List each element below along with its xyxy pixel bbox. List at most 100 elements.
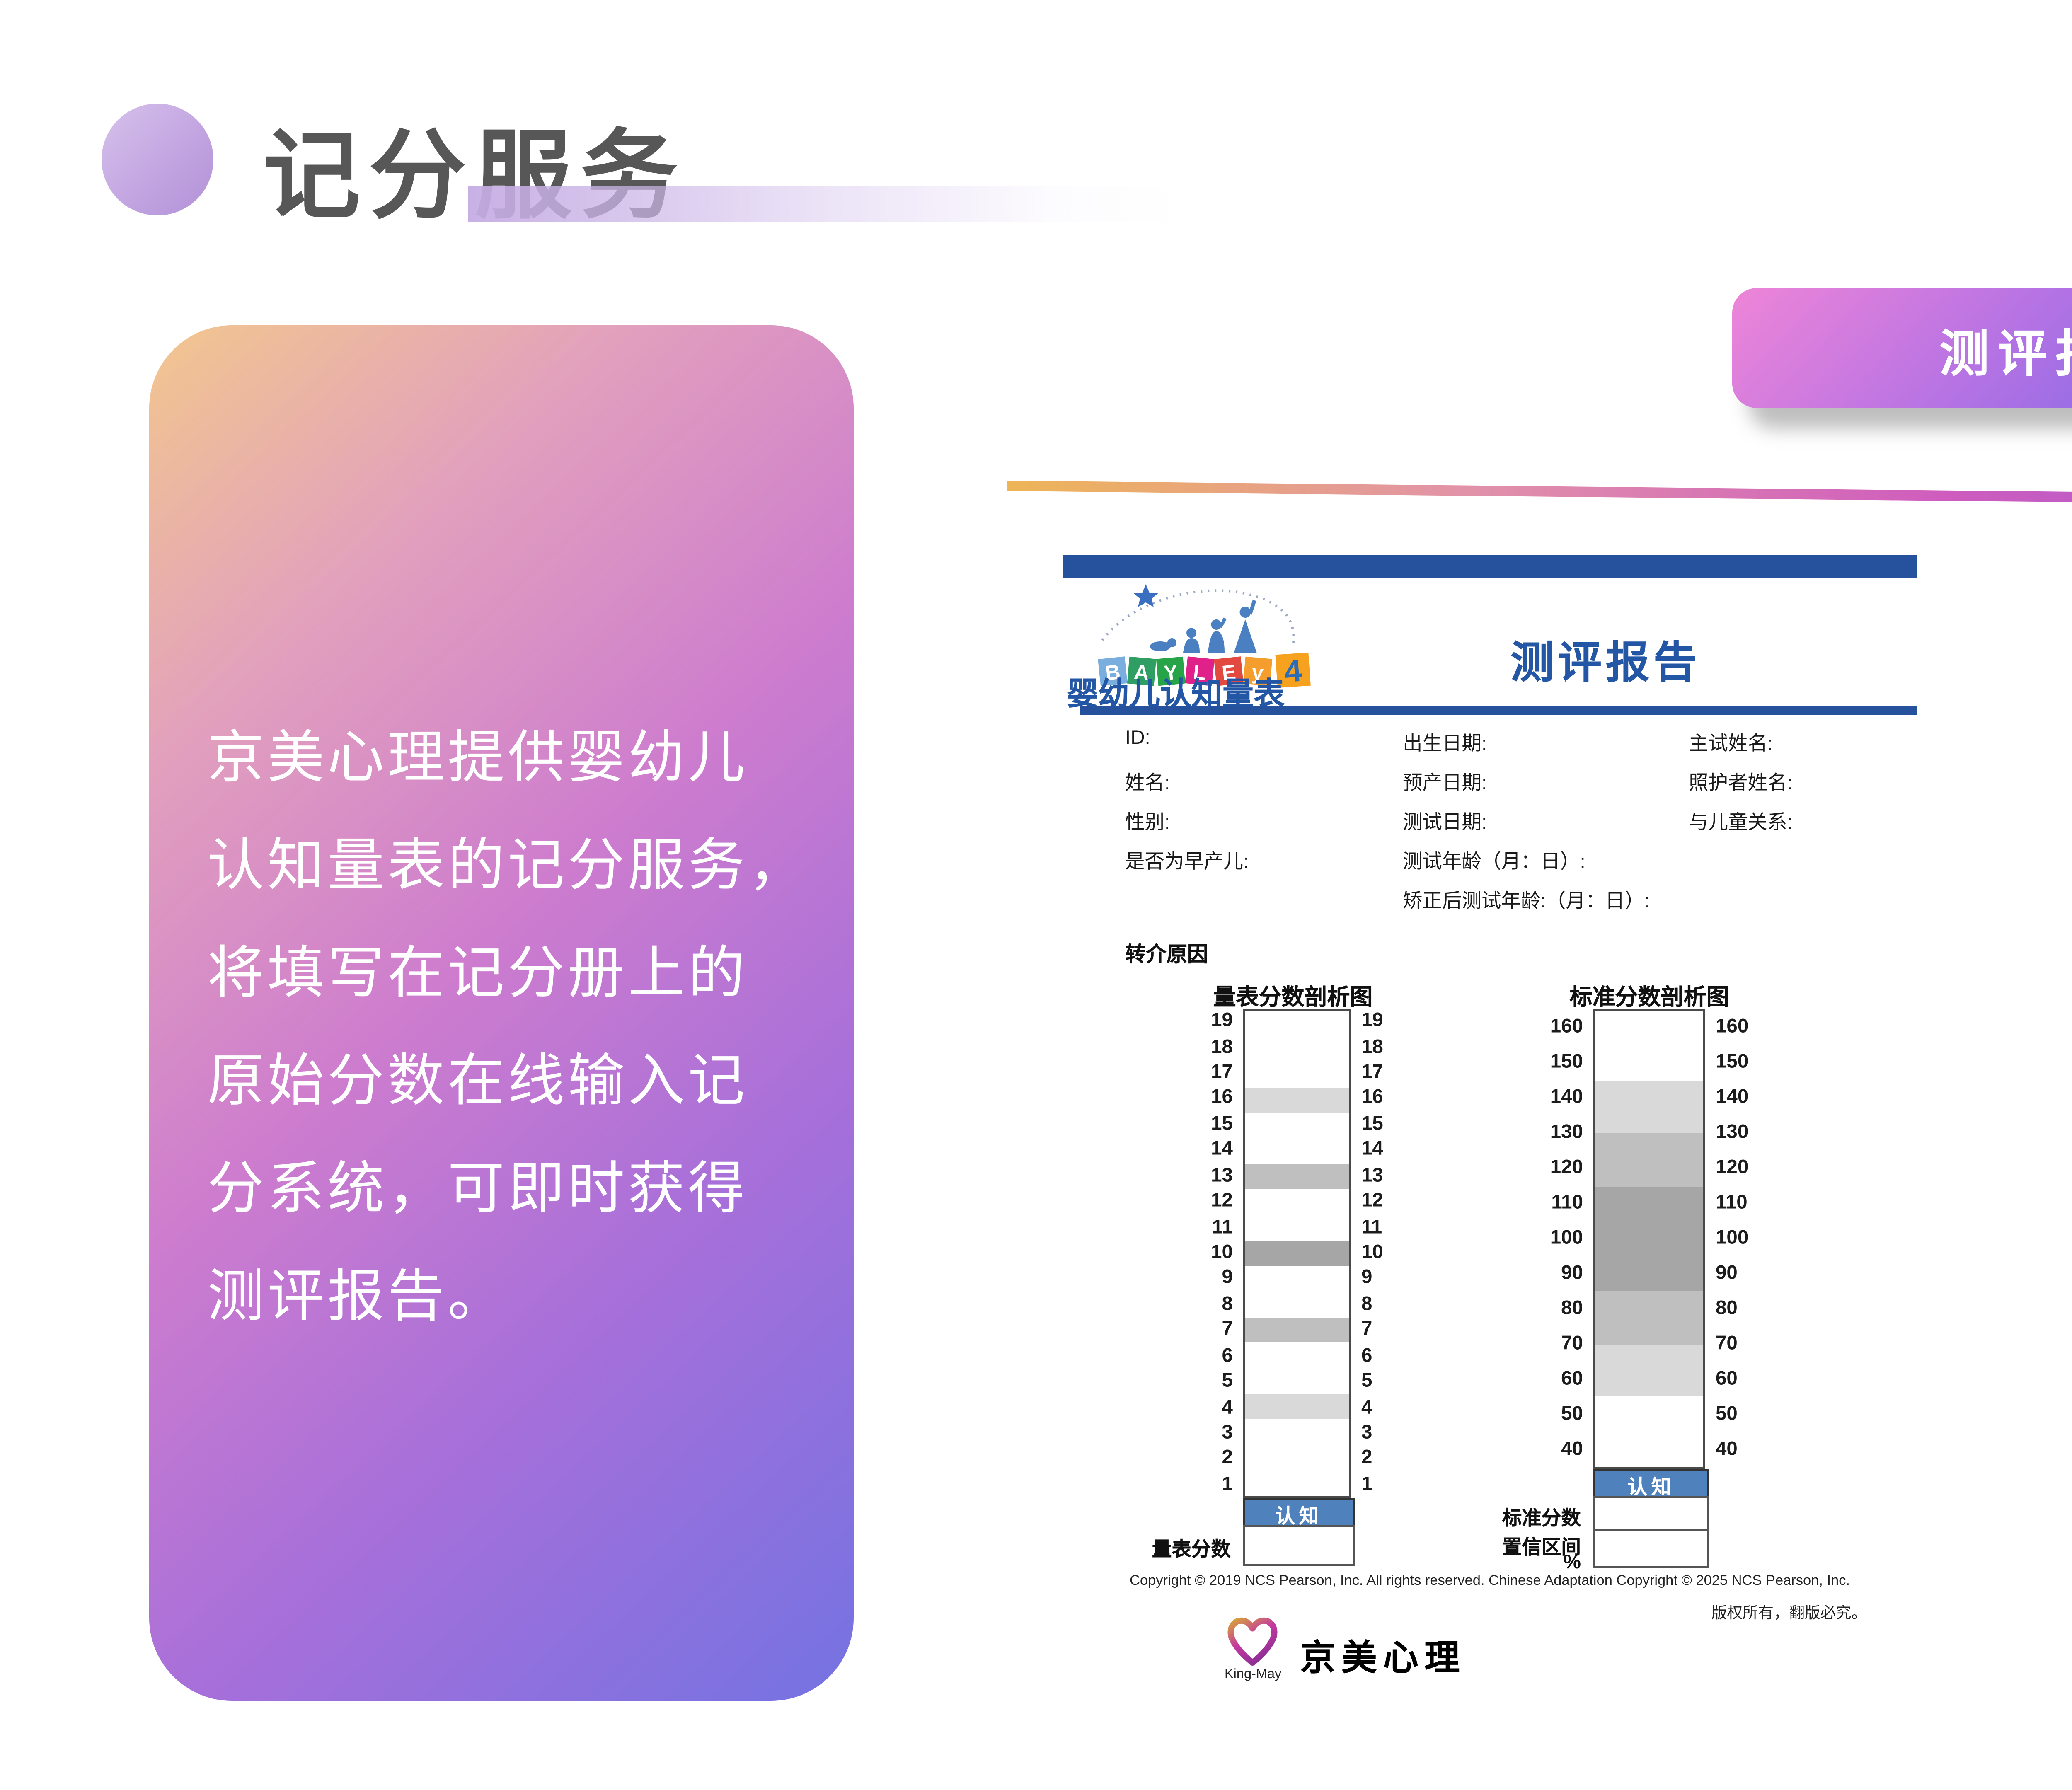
tick-label: 9 [1222, 1269, 1233, 1289]
slide: 记分服务 京美心理提供婴幼儿 认知量表的记分服务， 将填写在记分册上的 原始分数… [0, 0, 2072, 1790]
tick-label: 140 [1716, 1088, 1748, 1108]
tick-label: 15 [1361, 1115, 1383, 1135]
tick-label: 7 [1222, 1321, 1233, 1341]
tick-label: 14 [1361, 1141, 1383, 1161]
chart-plot-area [1593, 1009, 1705, 1469]
tick-label: 8 [1222, 1295, 1233, 1315]
tick-label: 1 [1361, 1475, 1372, 1495]
tick-label: 130 [1716, 1123, 1748, 1143]
tick-label: 150 [1550, 1052, 1583, 1072]
tick-label: 40 [1561, 1442, 1583, 1461]
dotted-arc [1102, 590, 1294, 646]
report-page-cognitive-scale: B A Y L E y 4 测评报告 婴幼儿认知量表 ID: 姓名: 性别: 是… [1063, 555, 1917, 1699]
form-field-label: 姓名: [1125, 767, 1249, 806]
tick-label: 60 [1716, 1371, 1738, 1391]
tick-label: 5 [1361, 1372, 1372, 1392]
tick-label: 100 [1716, 1229, 1748, 1249]
tick-label: 60 [1561, 1371, 1583, 1391]
intro-line: 将填写在记分册上的 [207, 920, 829, 1028]
form-field-label: 性别: [1125, 806, 1249, 845]
tick-label: 9 [1361, 1269, 1372, 1289]
tick-label: 12 [1361, 1192, 1383, 1212]
report-top-bar [1063, 555, 1917, 578]
tick-label: 80 [1716, 1300, 1738, 1320]
tick-label: 90 [1716, 1265, 1738, 1284]
gradient-divider [1007, 481, 2072, 513]
shade-band-mid [1595, 1134, 1703, 1186]
scaled-score-empty-cell [1243, 1525, 1355, 1566]
standard-score-profile-chart: 160150140130120110100908070605040 160150… [1593, 1009, 1705, 1469]
report-badge-button[interactable]: 测评报告 [1732, 288, 2072, 408]
tick-label: 50 [1561, 1406, 1583, 1426]
tick-label: 100 [1550, 1229, 1583, 1249]
copyright-line-cn: 版权所有，翻版必究。 [1075, 1601, 1867, 1624]
tick-label: 150 [1716, 1052, 1748, 1072]
chart-axis-left: 160150140130120110100908070605040 [1521, 1009, 1583, 1469]
tick-label: 13 [1211, 1166, 1233, 1186]
confidence-interval-empty-cell [1593, 1529, 1709, 1568]
kingmay-logo: King-May 京美心理 [1225, 1612, 1466, 1682]
tick-label: 70 [1561, 1335, 1583, 1355]
intro-line: 分系统，可即时获得 [207, 1135, 829, 1243]
standard-score-chart-title: 标准分数剖析图 [1504, 980, 1794, 1013]
form-column-1: ID: 姓名: 性别: 是否为早产儿: [1125, 727, 1249, 885]
standard-score-empty-cell [1593, 1496, 1709, 1533]
shade-band-dark [1245, 1241, 1349, 1266]
intro-line: 京美心理提供婴幼儿 [207, 704, 829, 812]
tick-label: 7 [1361, 1321, 1372, 1341]
form-field-label: 测试年龄（月：日）: [1403, 845, 1650, 885]
report-title: 测评报告 [1378, 630, 1834, 692]
form-field-label: 矫正后测试年龄:（月：日）: [1403, 885, 1650, 924]
chart-axis-right: 160150140130120110100908070605040 [1716, 1009, 1778, 1469]
form-field-label: 出生日期: [1403, 727, 1650, 767]
scaled-score-profile-chart: 19181716151413121110987654321 1918171615… [1243, 1009, 1351, 1498]
form-column-2: 出生日期: 预产日期: 测试日期: 测试年龄（月：日）: 矫正后测试年龄:（月：… [1403, 727, 1650, 924]
form-field-label: 测试日期: [1403, 806, 1650, 845]
tick-label: 16 [1361, 1089, 1383, 1109]
tick-label: 10 [1361, 1243, 1383, 1263]
scaled-score-row-label: 量表分数 [1063, 1533, 1231, 1562]
tick-label: 2 [1361, 1449, 1372, 1469]
tick-label: 8 [1361, 1295, 1372, 1315]
tick-label: 3 [1361, 1424, 1372, 1444]
kingmay-heart-icon [1225, 1612, 1281, 1670]
svg-text:4: 4 [1283, 653, 1303, 689]
tick-label: 1 [1222, 1475, 1233, 1495]
tick-label: 18 [1211, 1038, 1233, 1057]
tick-label: 160 [1550, 1017, 1583, 1037]
kingmay-heart-block: King-May [1225, 1612, 1281, 1682]
tick-label: 12 [1211, 1192, 1233, 1212]
tick-label: 50 [1716, 1406, 1738, 1426]
chart-axis-right: 19 18 17 16 15 14 13 12 11 10 9 8 7 6 5 4 3 2 1 [1361, 1009, 1423, 1498]
tick-label: 17 [1361, 1063, 1383, 1083]
tick-label: 11 [1361, 1218, 1382, 1238]
percent-row-label: % [1415, 1552, 1581, 1575]
tick-label: 18 [1361, 1038, 1383, 1057]
intro-line: 原始分数在线输入记 [207, 1028, 829, 1135]
form-field-label: ID: [1125, 727, 1249, 767]
tick-label: 6 [1361, 1347, 1372, 1367]
title-underline-decoration [468, 186, 1177, 222]
standard-score-row-label: 标准分数 [1415, 1502, 1581, 1531]
tick-label: 140 [1550, 1088, 1583, 1108]
referral-reason-label: 转介原因 [1125, 936, 1208, 968]
tick-label: 15 [1211, 1115, 1233, 1135]
shade-band-mid [1245, 1164, 1349, 1190]
tick-label: 13 [1361, 1166, 1383, 1186]
intro-line: 认知量表的记分服务， [207, 812, 829, 920]
form-field-label: 主试姓名: [1689, 727, 1793, 767]
kingmay-en-label: King-May [1225, 1668, 1281, 1682]
tick-label: 3 [1222, 1424, 1233, 1444]
tick-label: 160 [1716, 1017, 1748, 1037]
tick-label: 4 [1361, 1398, 1372, 1418]
tick-label: 5 [1222, 1372, 1233, 1392]
tick-label: 19 [1361, 1012, 1383, 1032]
series-label-cognitive: 认知 [1243, 1498, 1355, 1529]
shade-band-light [1245, 1394, 1349, 1420]
tick-label: 110 [1551, 1194, 1583, 1214]
shade-band-mid [1595, 1292, 1703, 1344]
tick-label: 2 [1222, 1449, 1233, 1469]
form-field-label: 照护者姓名: [1689, 767, 1793, 806]
kingmay-cn-label: 京美心理 [1300, 1628, 1466, 1680]
tick-label: 120 [1716, 1158, 1748, 1178]
